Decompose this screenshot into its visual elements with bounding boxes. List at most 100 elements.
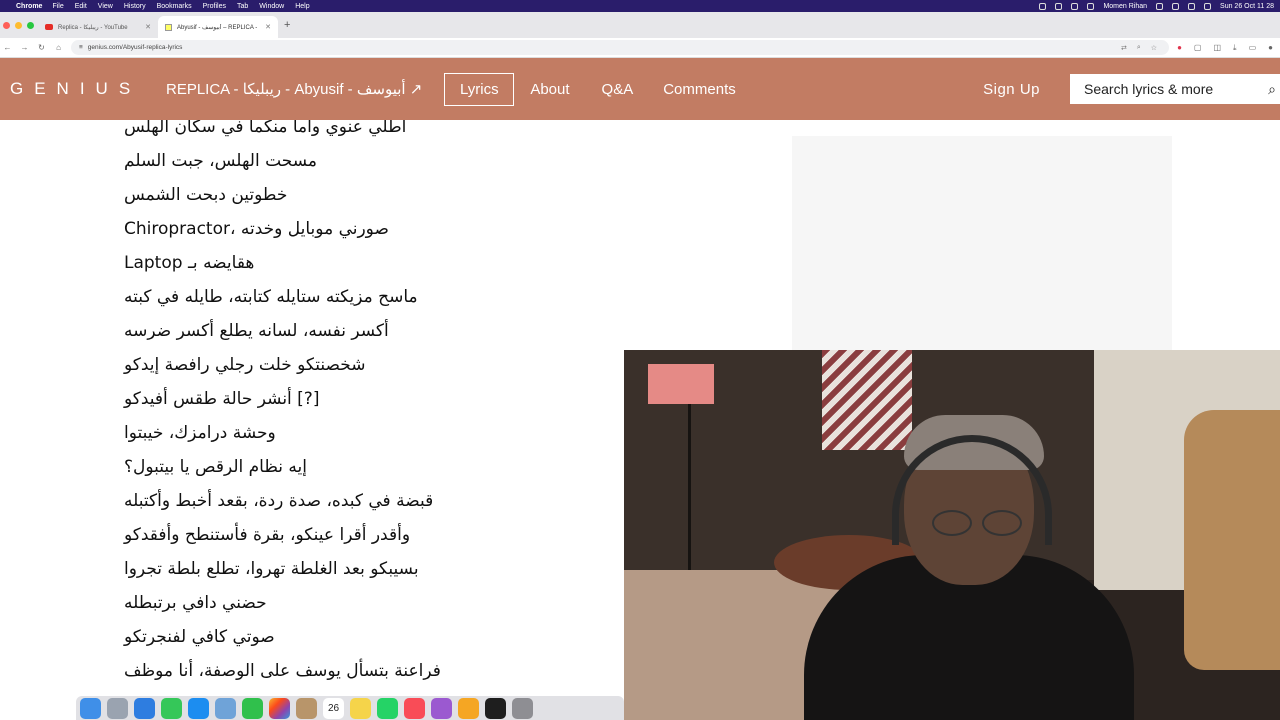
- lyric-line[interactable]: هقايضه بـ Laptop: [124, 246, 441, 280]
- lyric-line[interactable]: وحشة درامزك، خيبتوا: [124, 416, 441, 450]
- calendar-icon[interactable]: 26: [323, 697, 344, 719]
- glasses-lens: [982, 510, 1022, 536]
- facetime-icon[interactable]: [161, 697, 182, 719]
- armchair: [1184, 410, 1280, 670]
- tab-title: Replica - ريبليكا - YouTube: [58, 24, 128, 31]
- back-icon[interactable]: ←: [3, 43, 12, 52]
- streamer: [804, 405, 1134, 720]
- lyric-line[interactable]: بسيبكو بعد الغلطة تهروا، تطلع بلطة تجروا: [124, 552, 441, 586]
- lyric-line[interactable]: إيه نظام الرقص يا بيتبول؟: [124, 450, 441, 484]
- status-icon[interactable]: [1055, 2, 1063, 10]
- launchpad-icon[interactable]: [107, 697, 128, 719]
- bluetooth-icon[interactable]: [1156, 2, 1164, 10]
- volume-icon[interactable]: [1087, 2, 1095, 10]
- search-input[interactable]: Search lyrics & more ⌕: [1070, 74, 1280, 104]
- window-controls: [0, 21, 38, 29]
- menu-profiles[interactable]: Profiles: [203, 3, 226, 10]
- genius-logo[interactable]: GENIUS: [10, 79, 160, 99]
- lyric-line[interactable]: أكسر نفسه، لسانه يطلع أكسر ضرسه: [124, 314, 441, 348]
- download-icon[interactable]: ⤓: [1233, 43, 1237, 53]
- tab-comments[interactable]: Comments: [663, 81, 736, 98]
- menu-tab[interactable]: Tab: [237, 3, 248, 10]
- menu-bookmarks[interactable]: Bookmarks: [157, 3, 192, 10]
- lyric-line[interactable]: مسحت الهلس، جبت السلم: [124, 144, 441, 178]
- address-bar[interactable]: ≡ genius.com/Abyusif-replica-lyrics ⇄ ⌕ …: [71, 40, 1170, 55]
- tab-genius[interactable]: Abyusif - أبيوسف – REPLICA - ✕: [158, 16, 278, 38]
- sidebar-icon[interactable]: ▭: [1249, 43, 1257, 53]
- pages-icon[interactable]: [458, 697, 479, 719]
- tab-about[interactable]: About: [530, 81, 569, 98]
- wifi-icon[interactable]: [1172, 2, 1180, 10]
- status-icon[interactable]: [1039, 2, 1047, 10]
- tab-lyrics[interactable]: Lyrics: [444, 72, 515, 106]
- song-title[interactable]: REPLICA - ريبليكا - Abyusif - أبيوسف ↗: [166, 80, 422, 98]
- close-tab-icon[interactable]: ✕: [145, 23, 151, 31]
- notes-icon[interactable]: [350, 697, 371, 719]
- profile-icon[interactable]: ●: [1268, 43, 1273, 53]
- safari-icon[interactable]: [134, 697, 155, 719]
- new-tab-button[interactable]: +: [284, 19, 290, 31]
- lyric-line[interactable]: ماسح مزيكته ستايله كتابته، طايله في كبته: [124, 280, 441, 314]
- tab-qa[interactable]: Q&A: [602, 81, 634, 98]
- menu-user[interactable]: Momen Rihan: [1103, 3, 1147, 10]
- address-url: genius.com/Abyusif-replica-lyrics: [87, 44, 183, 51]
- record-extension-icon[interactable]: ●: [1177, 43, 1182, 53]
- menu-history[interactable]: History: [124, 3, 146, 10]
- tab-title: Abyusif - أبيوسف – REPLICA -: [177, 24, 258, 31]
- extensions-puzzle-icon[interactable]: ◫: [1213, 43, 1221, 53]
- close-window-button[interactable]: [3, 21, 10, 29]
- messages-icon[interactable]: [242, 697, 263, 719]
- reload-icon[interactable]: ↻: [37, 43, 46, 52]
- whatsapp-icon[interactable]: [377, 697, 398, 719]
- menu-file[interactable]: File: [52, 3, 63, 10]
- lyric-line[interactable]: قبضة في كبده، صدة ردة، بقعد أخبط وأكتبله: [124, 484, 441, 518]
- zoom-window-button[interactable]: [27, 21, 34, 29]
- tab-youtube[interactable]: Replica - ريبليكا - YouTube ✕: [38, 16, 158, 38]
- menu-edit[interactable]: Edit: [75, 3, 87, 10]
- battery-icon[interactable]: [1188, 2, 1196, 10]
- preview-icon[interactable]: [215, 697, 236, 719]
- zoom-icon[interactable]: ⌕: [1137, 44, 1141, 52]
- minimize-window-button[interactable]: [15, 21, 22, 29]
- lyric-line[interactable]: فراعنة بتسأل يوسف على الوصفة، أنا موظف: [124, 654, 441, 688]
- browser-tab-strip: Replica - ريبليكا - YouTube ✕ Abyusif - …: [0, 12, 1280, 38]
- extension-icon[interactable]: ▢: [1194, 43, 1202, 53]
- menu-app-name[interactable]: Chrome: [16, 3, 42, 10]
- lyric-line[interactable]: [?] أنشر حالة طقس أفيدكو: [124, 382, 441, 416]
- macos-menu-bar: Chrome File Edit View History Bookmarks …: [0, 0, 1280, 12]
- search-placeholder: Search lyrics & more: [1084, 81, 1214, 97]
- control-center-icon[interactable]: [1204, 2, 1212, 10]
- site-info-icon[interactable]: ≡: [79, 44, 83, 51]
- podcasts-icon[interactable]: [431, 697, 452, 719]
- status-icon[interactable]: [1071, 2, 1079, 10]
- forward-icon[interactable]: →: [20, 43, 29, 52]
- menu-clock[interactable]: Sun 26 Oct 11 28: [1220, 3, 1274, 10]
- lyric-line[interactable]: أطلي عنوي وأما منكما في سكان الهلس: [124, 120, 441, 144]
- contacts-icon[interactable]: [296, 697, 317, 719]
- youtube-icon: [45, 24, 53, 30]
- lyric-line[interactable]: وأقدر أقرا عينكو، بقرة فأستنطح وأفقدكو: [124, 518, 441, 552]
- finder-icon[interactable]: [80, 697, 101, 719]
- browser-toolbar: ← → ↻ ⌂ ≡ genius.com/Abyusif-replica-lyr…: [0, 38, 1280, 58]
- lyric-line[interactable]: حضني دافي برتبطله: [124, 586, 441, 620]
- close-tab-icon[interactable]: ✕: [265, 23, 271, 31]
- lyrics-body: أطلي عنوي وأما منكما في سكان الهلس مسحت …: [124, 120, 441, 688]
- glasses: [932, 510, 1022, 536]
- search-icon[interactable]: ⌕: [1268, 81, 1276, 98]
- sign-up-button[interactable]: Sign Up: [983, 81, 1040, 98]
- menu-window[interactable]: Window: [259, 3, 284, 10]
- lyric-line[interactable]: صوتي كافي لفنجرتكو: [124, 620, 441, 654]
- menu-view[interactable]: View: [98, 3, 113, 10]
- lyric-line[interactable]: شخصنتكو خلت رجلي رافصة إيدكو: [124, 348, 441, 382]
- music-icon[interactable]: [404, 697, 425, 719]
- lyric-line[interactable]: خطوتين دبحت الشمس: [124, 178, 441, 212]
- photos-icon[interactable]: [269, 697, 290, 719]
- settings-icon[interactable]: [512, 697, 533, 719]
- app-store-icon[interactable]: [188, 697, 209, 719]
- menu-help[interactable]: Help: [295, 3, 309, 10]
- bookmark-star-icon[interactable]: ☆: [1151, 44, 1157, 52]
- lyric-line[interactable]: Chiropractor، صورني موبايل وخدته: [124, 212, 441, 246]
- translate-icon[interactable]: ⇄: [1121, 44, 1127, 52]
- home-icon[interactable]: ⌂: [54, 43, 63, 52]
- terminal-icon[interactable]: [485, 697, 506, 719]
